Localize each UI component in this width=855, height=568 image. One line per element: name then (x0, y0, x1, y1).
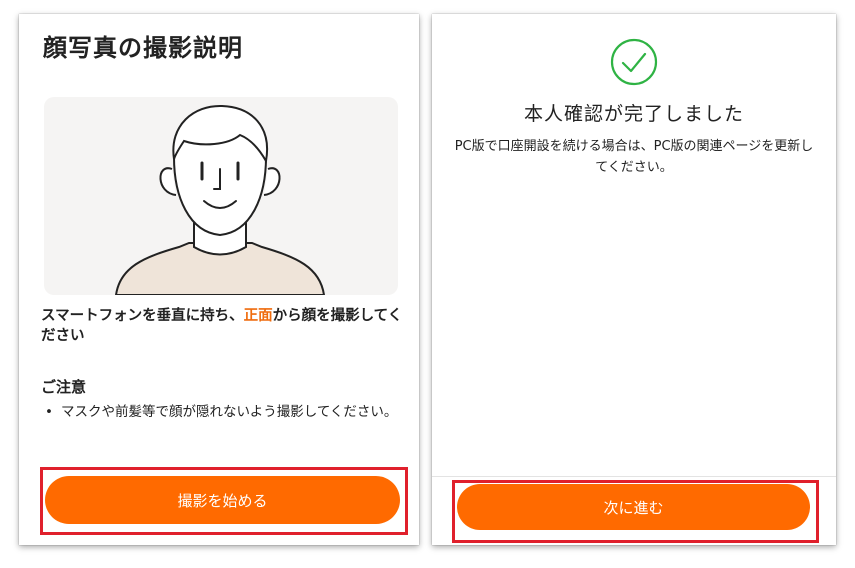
verification-complete-screen: 本人確認が完了しました PC版で口座開設を続ける場合は、PC版の関連ページを更新… (432, 14, 836, 545)
start-capture-button[interactable]: 撮影を始める (45, 476, 400, 524)
page-title: 顔写真の撮影説明 (43, 34, 243, 62)
note-item: • マスクや前髪等で顔が隠れないよう撮影してください。 (41, 402, 401, 423)
face-photo-instructions-screen: 顔写真の撮影説明 スマートフォンを垂直に持ち、正面から顔を撮影してください ご注… (19, 14, 419, 545)
completion-title: 本人確認が完了しました (523, 103, 744, 125)
check-circle-icon (610, 38, 658, 86)
bullet-icon: • (45, 404, 53, 420)
instruction-text-part: スマートフォンを垂直に持ち、 (41, 308, 244, 324)
face-illustration-icon (114, 104, 326, 295)
face-illustration (44, 97, 398, 295)
footer-divider (432, 476, 836, 477)
next-button[interactable]: 次に進む (457, 484, 810, 530)
instruction-highlight: 正面 (243, 308, 273, 324)
completion-description: PC版で口座開設を続ける場合は、PC版の関連ページを更新してください。 (454, 139, 814, 175)
instruction-text: スマートフォンを垂直に持ち、正面から顔を撮影してください (41, 306, 406, 346)
note-item-text: マスクや前髪等で顔が隠れないよう撮影してください。 (61, 404, 398, 420)
notes-heading: ご注意 (41, 378, 87, 396)
